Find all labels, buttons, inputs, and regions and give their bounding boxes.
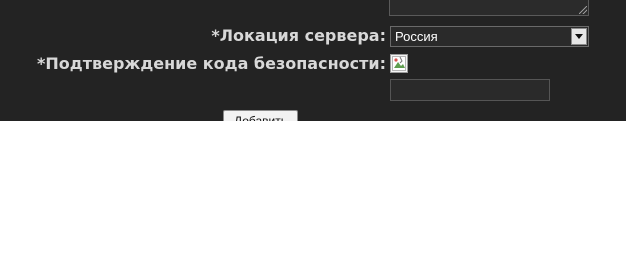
broken-image-icon (392, 56, 406, 71)
captcha-label: *Подтверждение кода безопасности: (37, 54, 386, 73)
resize-grip-icon[interactable] (579, 6, 587, 14)
captcha-image (390, 54, 408, 73)
form-panel: *Локация сервера: Россия *Подтверждение … (0, 0, 626, 121)
server-location-label: *Локация сервера: (211, 26, 386, 45)
server-location-select[interactable]: Россия (390, 26, 589, 47)
chevron-down-icon[interactable] (571, 28, 587, 45)
server-location-selected-value: Россия (395, 29, 438, 44)
description-textarea[interactable] (389, 0, 589, 16)
add-button[interactable]: Добавить (223, 110, 298, 121)
captcha-input[interactable] (390, 79, 550, 101)
